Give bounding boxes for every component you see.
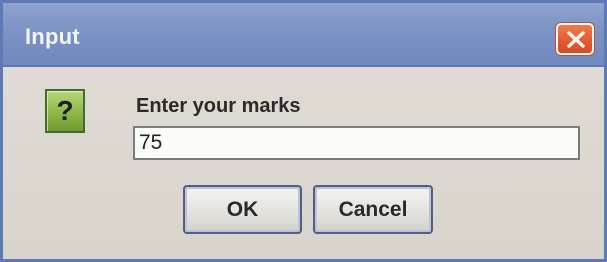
- title-bar[interactable]: Input: [3, 3, 604, 67]
- cancel-button[interactable]: Cancel: [313, 185, 433, 234]
- input-dialog: Input ? Enter your marks OK Cancel: [0, 0, 607, 262]
- prompt-label: Enter your marks: [136, 95, 301, 117]
- marks-input[interactable]: [133, 126, 580, 160]
- ok-button[interactable]: OK: [183, 185, 302, 234]
- close-x-icon: [567, 31, 585, 48]
- close-button[interactable]: [556, 23, 594, 55]
- question-mark-glyph: ?: [56, 95, 74, 126]
- window-title: Input: [25, 24, 80, 49]
- question-icon: ?: [45, 89, 85, 133]
